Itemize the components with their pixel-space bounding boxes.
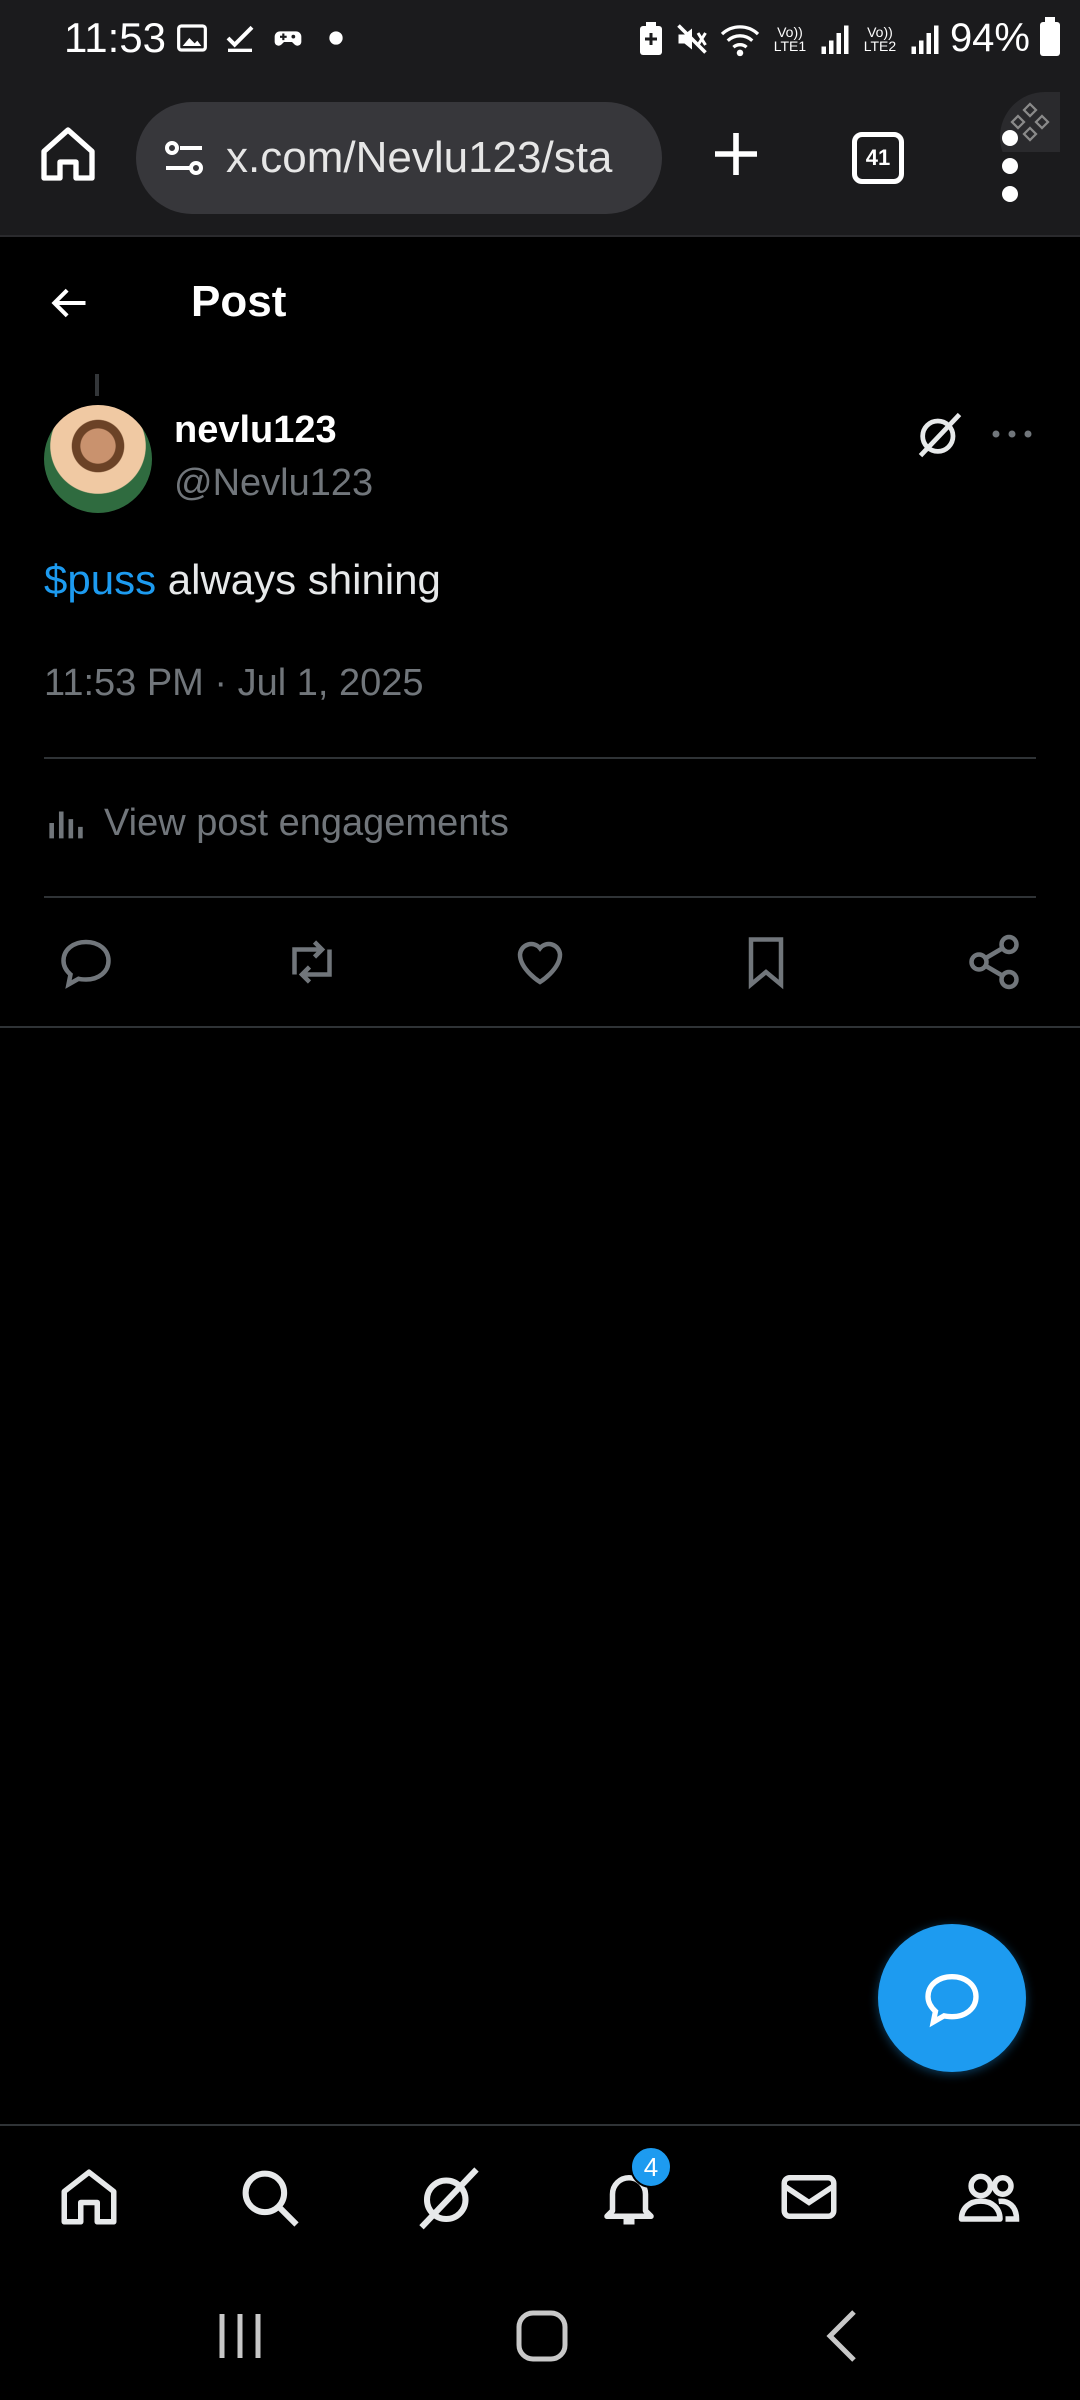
bottom-navigation: 4: [0, 2124, 1080, 2270]
back-system-button[interactable]: [814, 2306, 874, 2366]
browser-home-button[interactable]: [36, 122, 100, 186]
post-actions: [0, 920, 1080, 1010]
more-horizontal-icon: [992, 430, 1032, 438]
cashtag-link[interactable]: $puss: [44, 556, 156, 603]
nav-grok[interactable]: [416, 2164, 482, 2230]
url-text[interactable]: x.com/Nevlu123/sta: [226, 133, 646, 183]
status-notification-icons: [176, 22, 352, 54]
sim1-label: Vo)) LTE1: [773, 23, 807, 54]
chevron-left-icon: [826, 2310, 856, 2362]
recent-apps-button[interactable]: [210, 2306, 270, 2366]
home-square-icon: [516, 2310, 568, 2362]
repost-icon: [292, 940, 332, 984]
engagements-label: View post engagements: [104, 801, 509, 844]
bookmark-icon: [748, 937, 784, 990]
nav-home[interactable]: [56, 2164, 122, 2230]
recents-icon: [219, 2314, 261, 2358]
dot-icon: [320, 22, 352, 54]
mute-icon: [677, 23, 707, 54]
post-header: Post: [0, 237, 1080, 367]
grok-icon: [419, 2167, 479, 2230]
reply-icon: [61, 939, 111, 989]
status-system-icons: Vo)) LTE1 Vo)) LTE2 94%: [638, 16, 1060, 61]
page-title: Post: [191, 277, 287, 326]
like-icon: [517, 941, 563, 985]
grok-button[interactable]: [914, 408, 966, 460]
post-more-button[interactable]: [990, 420, 1034, 448]
thread-line: [95, 374, 99, 396]
divider: [44, 757, 1036, 759]
notifications-badge: 4: [630, 2146, 672, 2188]
gallery-icon: [176, 22, 208, 54]
home-icon: [41, 127, 95, 181]
author-handle[interactable]: @Nevlu123: [174, 462, 373, 505]
author-name[interactable]: nevlu123: [174, 409, 337, 452]
battery-percent: 94%: [949, 16, 1030, 60]
home-system-button[interactable]: [512, 2306, 572, 2366]
signal-icon: [911, 25, 939, 54]
extension-button[interactable]: [980, 82, 1080, 172]
post-text: $puss always shining: [44, 556, 441, 604]
battery-icon: [1040, 16, 1060, 56]
divider: [44, 896, 1036, 898]
post-body: always shining: [156, 556, 441, 603]
nav-communities[interactable]: [956, 2164, 1022, 2230]
nav-search[interactable]: [236, 2164, 302, 2230]
check-icon: [224, 22, 256, 54]
sim2-label: Vo)) LTE2: [863, 23, 897, 54]
messages-icon: [781, 2175, 837, 2219]
signal-icon: [821, 25, 849, 54]
search-icon: [242, 2170, 299, 2227]
site-settings-icon[interactable]: [160, 134, 208, 182]
compose-reply-button[interactable]: [878, 1924, 1026, 2072]
post-timestamp[interactable]: 11:53 PM · Jul 1, 2025: [44, 662, 424, 705]
view-engagements-link[interactable]: View post engagements: [44, 800, 509, 846]
system-navigation: [0, 2270, 1080, 2400]
communities-icon: [958, 2173, 1020, 2222]
status-time: 11:53: [64, 14, 166, 61]
home-icon: [61, 2169, 117, 2225]
address-bar[interactable]: x.com/Nevlu123/sta: [136, 102, 662, 214]
tab-switcher-button[interactable]: 41: [852, 132, 904, 184]
reply-icon: [925, 1973, 979, 2028]
share-icon: [969, 934, 1019, 990]
browser-toolbar: x.com/Nevlu123/sta 41: [0, 82, 1080, 237]
avatar[interactable]: [44, 405, 152, 513]
plus-icon: [715, 133, 757, 175]
grok-icon: [918, 412, 962, 458]
new-tab-button[interactable]: [708, 126, 764, 182]
tab-count: 41: [865, 145, 891, 170]
like-button[interactable]: [510, 932, 570, 992]
reply-button[interactable]: [56, 932, 116, 992]
share-button[interactable]: [964, 932, 1024, 992]
more-vertical-icon: [1002, 130, 1018, 202]
back-button[interactable]: [44, 281, 94, 325]
wifi-icon: [720, 24, 760, 56]
browser-menu-button[interactable]: [1000, 126, 1020, 206]
repost-button[interactable]: [282, 932, 342, 992]
gamepad-icon: [272, 22, 304, 54]
analytics-icon: [49, 811, 83, 839]
divider: [0, 1026, 1080, 1028]
arrow-left-icon: [51, 288, 86, 318]
bookmark-button[interactable]: [736, 932, 796, 992]
nav-messages[interactable]: [776, 2164, 842, 2230]
battery-saver-icon: [639, 21, 662, 55]
status-bar: 11:53 Vo)) LTE1 Vo)) LTE2 94%: [0, 0, 1080, 82]
